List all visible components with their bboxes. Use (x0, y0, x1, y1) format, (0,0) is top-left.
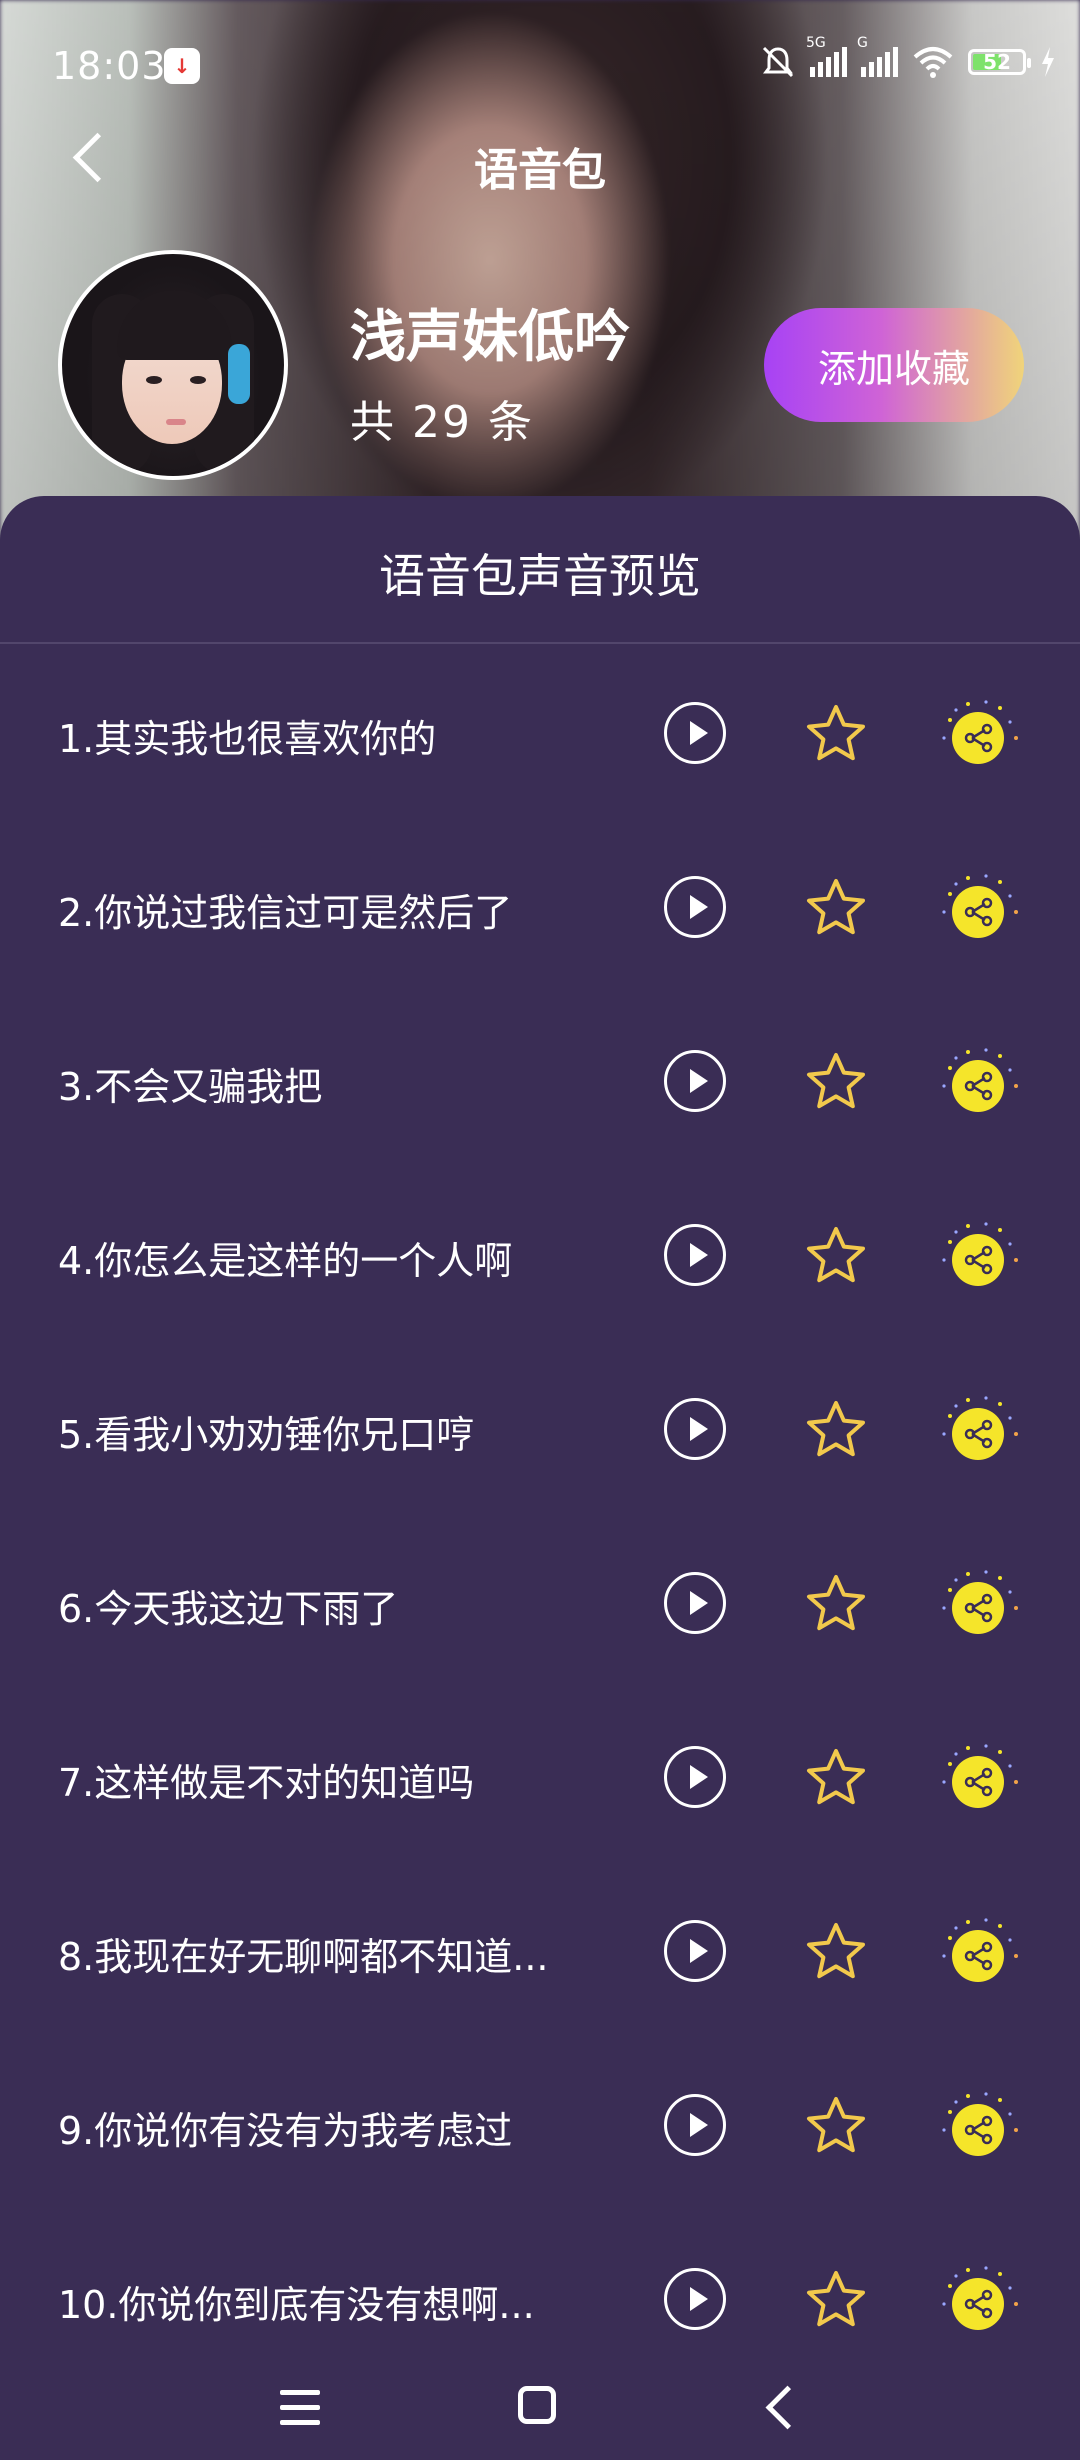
star-icon[interactable] (804, 1050, 868, 1114)
page-title: 语音包 (474, 145, 606, 196)
star-icon[interactable] (804, 2094, 868, 2158)
status-bar: 18:03 ↓ 5G G 52 (0, 0, 1080, 130)
cellular-signal-icon-2: G (857, 35, 898, 77)
play-icon[interactable] (664, 702, 726, 764)
preview-panel: 语音包声音预览 1.其实我也很喜欢你的 2.你说过我信过可是然后了 3.不会又骗… (0, 496, 1080, 2460)
play-icon[interactable] (664, 1572, 726, 1634)
share-icon[interactable] (934, 696, 1024, 776)
voice-item-label: 2.你说过我信过可是然后了 (58, 891, 513, 935)
share-icon[interactable] (934, 2262, 1024, 2342)
voice-pack-name: 浅声妹低吟 (350, 305, 630, 370)
list-item: 4.你怎么是这样的一个人啊 (0, 1168, 1080, 1342)
share-icon[interactable] (934, 2088, 1024, 2168)
wifi-icon (913, 47, 953, 78)
avatar (58, 250, 288, 480)
mute-bell-icon (762, 46, 794, 78)
voice-item-label: 1.其实我也很喜欢你的 (58, 717, 437, 761)
play-icon[interactable] (664, 1224, 726, 1286)
status-time: 18:03 (52, 44, 167, 88)
star-icon[interactable] (804, 1746, 868, 1810)
voice-item-label: 6.今天我这边下雨了 (58, 1587, 399, 1631)
list-item: 2.你说过我信过可是然后了 (0, 820, 1080, 994)
star-icon[interactable] (804, 1398, 868, 1462)
divider (0, 642, 1080, 644)
cellular-signal-icon: 5G (806, 35, 847, 77)
play-icon[interactable] (664, 1050, 726, 1112)
system-icons: 5G G 52 (760, 35, 1056, 80)
star-icon[interactable] (804, 1572, 868, 1636)
share-icon[interactable] (934, 870, 1024, 950)
play-icon[interactable] (664, 2094, 726, 2156)
list-item: 9.你说你有没有为我考虑过 (0, 2038, 1080, 2212)
home-icon[interactable] (518, 2386, 556, 2424)
list-item: 5.看我小劝劝锤你兄口哼 (0, 1342, 1080, 1516)
star-icon[interactable] (804, 876, 868, 940)
voice-item-label: 9.你说你有没有为我考虑过 (58, 2109, 513, 2153)
voice-item-label: 5.看我小劝劝锤你兄口哼 (58, 1413, 475, 1457)
list-item: 1.其实我也很喜欢你的 (0, 646, 1080, 820)
share-icon[interactable] (934, 1566, 1024, 1646)
voice-item-label: 3.不会又骗我把 (58, 1065, 323, 1109)
charging-icon (1042, 47, 1054, 77)
menu-icon[interactable] (280, 2390, 320, 2426)
nav-back-icon[interactable] (765, 2385, 810, 2430)
voice-item-label: 8.我现在好无聊啊都不知道... (58, 1935, 549, 1979)
play-icon[interactable] (664, 2268, 726, 2330)
play-icon[interactable] (664, 876, 726, 938)
voice-list: 1.其实我也很喜欢你的 2.你说过我信过可是然后了 3.不会又骗我把 4.你怎么… (0, 646, 1080, 2386)
add-favorite-button[interactable]: 添加收藏 (764, 308, 1024, 422)
battery-level: 52 (983, 50, 1011, 74)
voice-item-label: 4.你怎么是这样的一个人啊 (58, 1239, 513, 1283)
star-icon[interactable] (804, 2268, 868, 2332)
app-notification-icon: ↓ (164, 48, 200, 84)
voice-count: 共 29 条 (350, 397, 534, 448)
battery-icon: 52 (968, 49, 1031, 75)
star-icon[interactable] (804, 702, 868, 766)
play-icon[interactable] (664, 1920, 726, 1982)
share-icon[interactable] (934, 1218, 1024, 1298)
navigation-bar (0, 2340, 1080, 2460)
share-icon[interactable] (934, 1914, 1024, 1994)
play-icon[interactable] (664, 1398, 726, 1460)
star-icon[interactable] (804, 1224, 868, 1288)
list-item: 8.我现在好无聊啊都不知道... (0, 1864, 1080, 2038)
share-icon[interactable] (934, 1392, 1024, 1472)
list-item: 7.这样做是不对的知道吗 (0, 1690, 1080, 1864)
panel-title: 语音包声音预览 (379, 549, 701, 603)
share-icon[interactable] (934, 1044, 1024, 1124)
list-item: 6.今天我这边下雨了 (0, 1516, 1080, 1690)
share-icon[interactable] (934, 1740, 1024, 1820)
voice-item-label: 7.这样做是不对的知道吗 (58, 1761, 475, 1805)
list-item: 3.不会又骗我把 (0, 994, 1080, 1168)
play-icon[interactable] (664, 1746, 726, 1808)
star-icon[interactable] (804, 1920, 868, 1984)
voice-item-label: 10.你说你到底有没有想啊... (58, 2283, 535, 2327)
